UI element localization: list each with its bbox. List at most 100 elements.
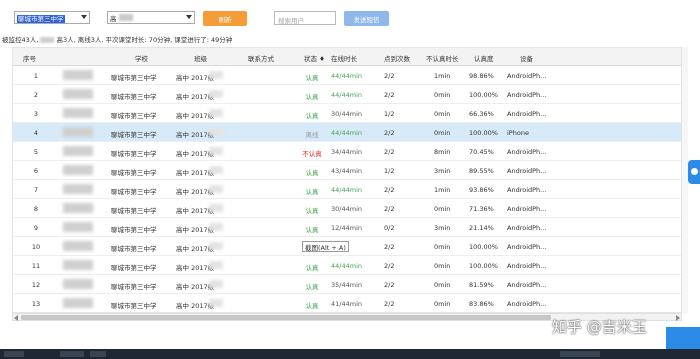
row-school: 聊城市第三中学 <box>111 283 157 291</box>
redacted-block <box>209 223 223 231</box>
row-answer-count: 2/2 <box>384 148 395 156</box>
redacted-name <box>63 184 93 194</box>
row-unfocused-time: 3min <box>434 167 451 175</box>
redacted-block <box>209 261 223 269</box>
row-index: 5 <box>33 148 39 156</box>
header-online: 在线时长 <box>331 55 357 63</box>
row-focus-rate: 100.00% <box>469 262 498 270</box>
taskbar-item[interactable] <box>60 351 84 357</box>
row-school: 聊城市第三中学 <box>111 226 157 234</box>
row-answer-count: 2/2 <box>384 186 395 194</box>
row-status: 认真 <box>305 112 319 120</box>
redacted-block <box>209 204 223 212</box>
row-school: 聊城市第三中学 <box>111 112 157 120</box>
row-online-time: 12/44min <box>331 224 362 232</box>
redacted-name <box>63 127 93 137</box>
row-device: AndroidPh... <box>507 167 547 175</box>
row-answer-count: 2/2 <box>384 205 395 213</box>
corner-float-button[interactable] <box>666 327 700 349</box>
class-select[interactable]: 高 <box>107 11 195 24</box>
row-unfocused-time: 1min <box>434 72 451 80</box>
row-status: 认真 <box>305 264 319 272</box>
scroll-right-icon[interactable] <box>676 315 680 321</box>
summary-count: 高3人, <box>56 36 76 44</box>
redacted-name <box>63 146 93 156</box>
row-unfocused-time: 0min <box>434 300 451 308</box>
row-focus-rate: 100.00% <box>469 243 498 251</box>
row-school: 聊城市第三中学 <box>111 188 157 196</box>
side-float-button[interactable] <box>688 160 700 184</box>
redacted-name <box>63 108 93 118</box>
row-answer-count: 2/2 <box>384 243 395 251</box>
table-row[interactable]: 9 聊城市第三中学 高中 2017级 认真 12/44min 0/2 3min 21.14% A… <box>13 218 681 237</box>
redacted-block <box>209 185 223 193</box>
redacted-block <box>209 280 223 288</box>
row-device: AndroidPh... <box>507 186 547 194</box>
chevron-down-icon <box>81 15 87 19</box>
row-status: 认真 <box>305 302 319 310</box>
table-row[interactable]: 11 聊城市第三中学 高中 2017级 认真 44/44min 2/2 0min 100.00… <box>13 256 681 275</box>
row-focus-rate: 98.86% <box>469 72 494 80</box>
watermark: 知乎 @吉米玉 <box>552 318 647 336</box>
row-answer-count: 2/2 <box>384 262 395 270</box>
table-row[interactable]: 4 聊城市第三中学 高中 2017级 离线 44/44min 2/2 0min 100.00%… <box>13 123 681 142</box>
header-earnest: 认真度 <box>474 55 494 63</box>
redacted-block <box>209 299 223 307</box>
header-unsure: 不认真时长 <box>426 55 459 63</box>
row-device: AndroidPh... <box>507 281 547 289</box>
scroll-left-icon[interactable] <box>14 315 18 321</box>
table-row[interactable]: 7 聊城市第三中学 高中 2017级 认真 44/44min 2/2 1min 93.86% A… <box>13 180 681 199</box>
header-class: 班级 <box>194 55 207 63</box>
row-unfocused-time: 0min <box>434 281 451 289</box>
sort-icon[interactable]: ♦ <box>319 55 325 63</box>
redacted-name <box>63 70 93 80</box>
row-status: 认真 <box>305 93 319 101</box>
row-answer-count: 2/2 <box>384 300 395 308</box>
row-status: 认真 <box>305 169 319 177</box>
redacted-name <box>63 89 93 99</box>
redacted-name <box>63 260 93 270</box>
table-row[interactable]: 8 聊城市第三中学 高中 2017级 认真 30/44min 2/2 0min 71.36% A… <box>13 199 681 218</box>
screenshot-tooltip: 截图(Alt + A) <box>302 241 349 252</box>
taskbar-item[interactable] <box>90 351 106 357</box>
circle-icon <box>691 168 698 175</box>
table-row[interactable]: 3 聊城市第三中学 高中 2017级 认真 30/44min 1/2 0min 66.36% A… <box>13 104 681 123</box>
table-row[interactable]: 1 聊城市第三中学 高中 2017级 认真 44/44min 2/2 1min 98.86% A… <box>13 66 681 85</box>
row-online-time: 44/44min <box>331 72 362 80</box>
redacted-block <box>209 242 223 250</box>
taskbar-tray <box>560 351 600 357</box>
row-status: 认真 <box>305 283 319 291</box>
table-row[interactable]: 13 聊城市第三中学 高中 2017级 认真 41/44min 2/2 0min 83.86%… <box>13 294 681 312</box>
table-row[interactable]: 10 聊城市第三中学 高中 2017级 截图(Alt + A) 2/2 0min 100.0… <box>13 237 681 256</box>
row-device: AndroidPh... <box>507 91 547 99</box>
row-answer-count: 2/2 <box>384 129 395 137</box>
row-unfocused-time: 8min <box>434 148 451 156</box>
table-row[interactable]: 5 聊城市第三中学 高中 2017级 不认真 34/44min 2/2 8min 70.45%… <box>13 142 681 161</box>
redacted-block <box>40 37 55 43</box>
table-row[interactable]: 2 聊城市第三中学 高中 2017级 认真 44/44min 2/2 0min 100.00%… <box>13 85 681 104</box>
table-row[interactable]: 6 聊城市第三中学 高中 2017级 认真 43/44min 1/2 3min 89.55% A… <box>13 161 681 180</box>
redacted-name <box>63 165 93 175</box>
row-online-time: 43/44min <box>331 167 362 175</box>
row-online-time: 44/44min <box>331 91 362 99</box>
header-status[interactable]: 状态 ♦ <box>304 53 325 63</box>
header-contact: 联系方式 <box>248 55 274 63</box>
redacted-name <box>63 279 93 289</box>
row-unfocused-time: 0min <box>434 262 451 270</box>
send-sms-button[interactable]: 发送短信 <box>344 11 389 26</box>
row-status: 不认真 <box>302 150 322 158</box>
row-index: 8 <box>33 205 39 213</box>
search-input[interactable]: 搜索用户 <box>274 11 336 25</box>
row-index: 12 <box>31 281 41 289</box>
redacted-block <box>209 71 223 79</box>
table-row[interactable]: 12 聊城市第三中学 高中 2017级 认真 35/44min 2/2 0min 81.59%… <box>13 275 681 294</box>
refresh-button[interactable]: 刷新 <box>203 11 247 26</box>
row-status: 认真 <box>305 74 319 82</box>
header-answers: 点到次数 <box>384 55 410 63</box>
scrollbar-thumb[interactable] <box>21 315 551 320</box>
summary-monitored: 被监控43人, <box>2 36 39 44</box>
row-focus-rate: 71.36% <box>469 205 494 213</box>
taskbar-item[interactable] <box>4 351 24 357</box>
redacted-block <box>209 166 223 174</box>
school-select[interactable]: 聊城市第三中学 <box>14 11 90 24</box>
